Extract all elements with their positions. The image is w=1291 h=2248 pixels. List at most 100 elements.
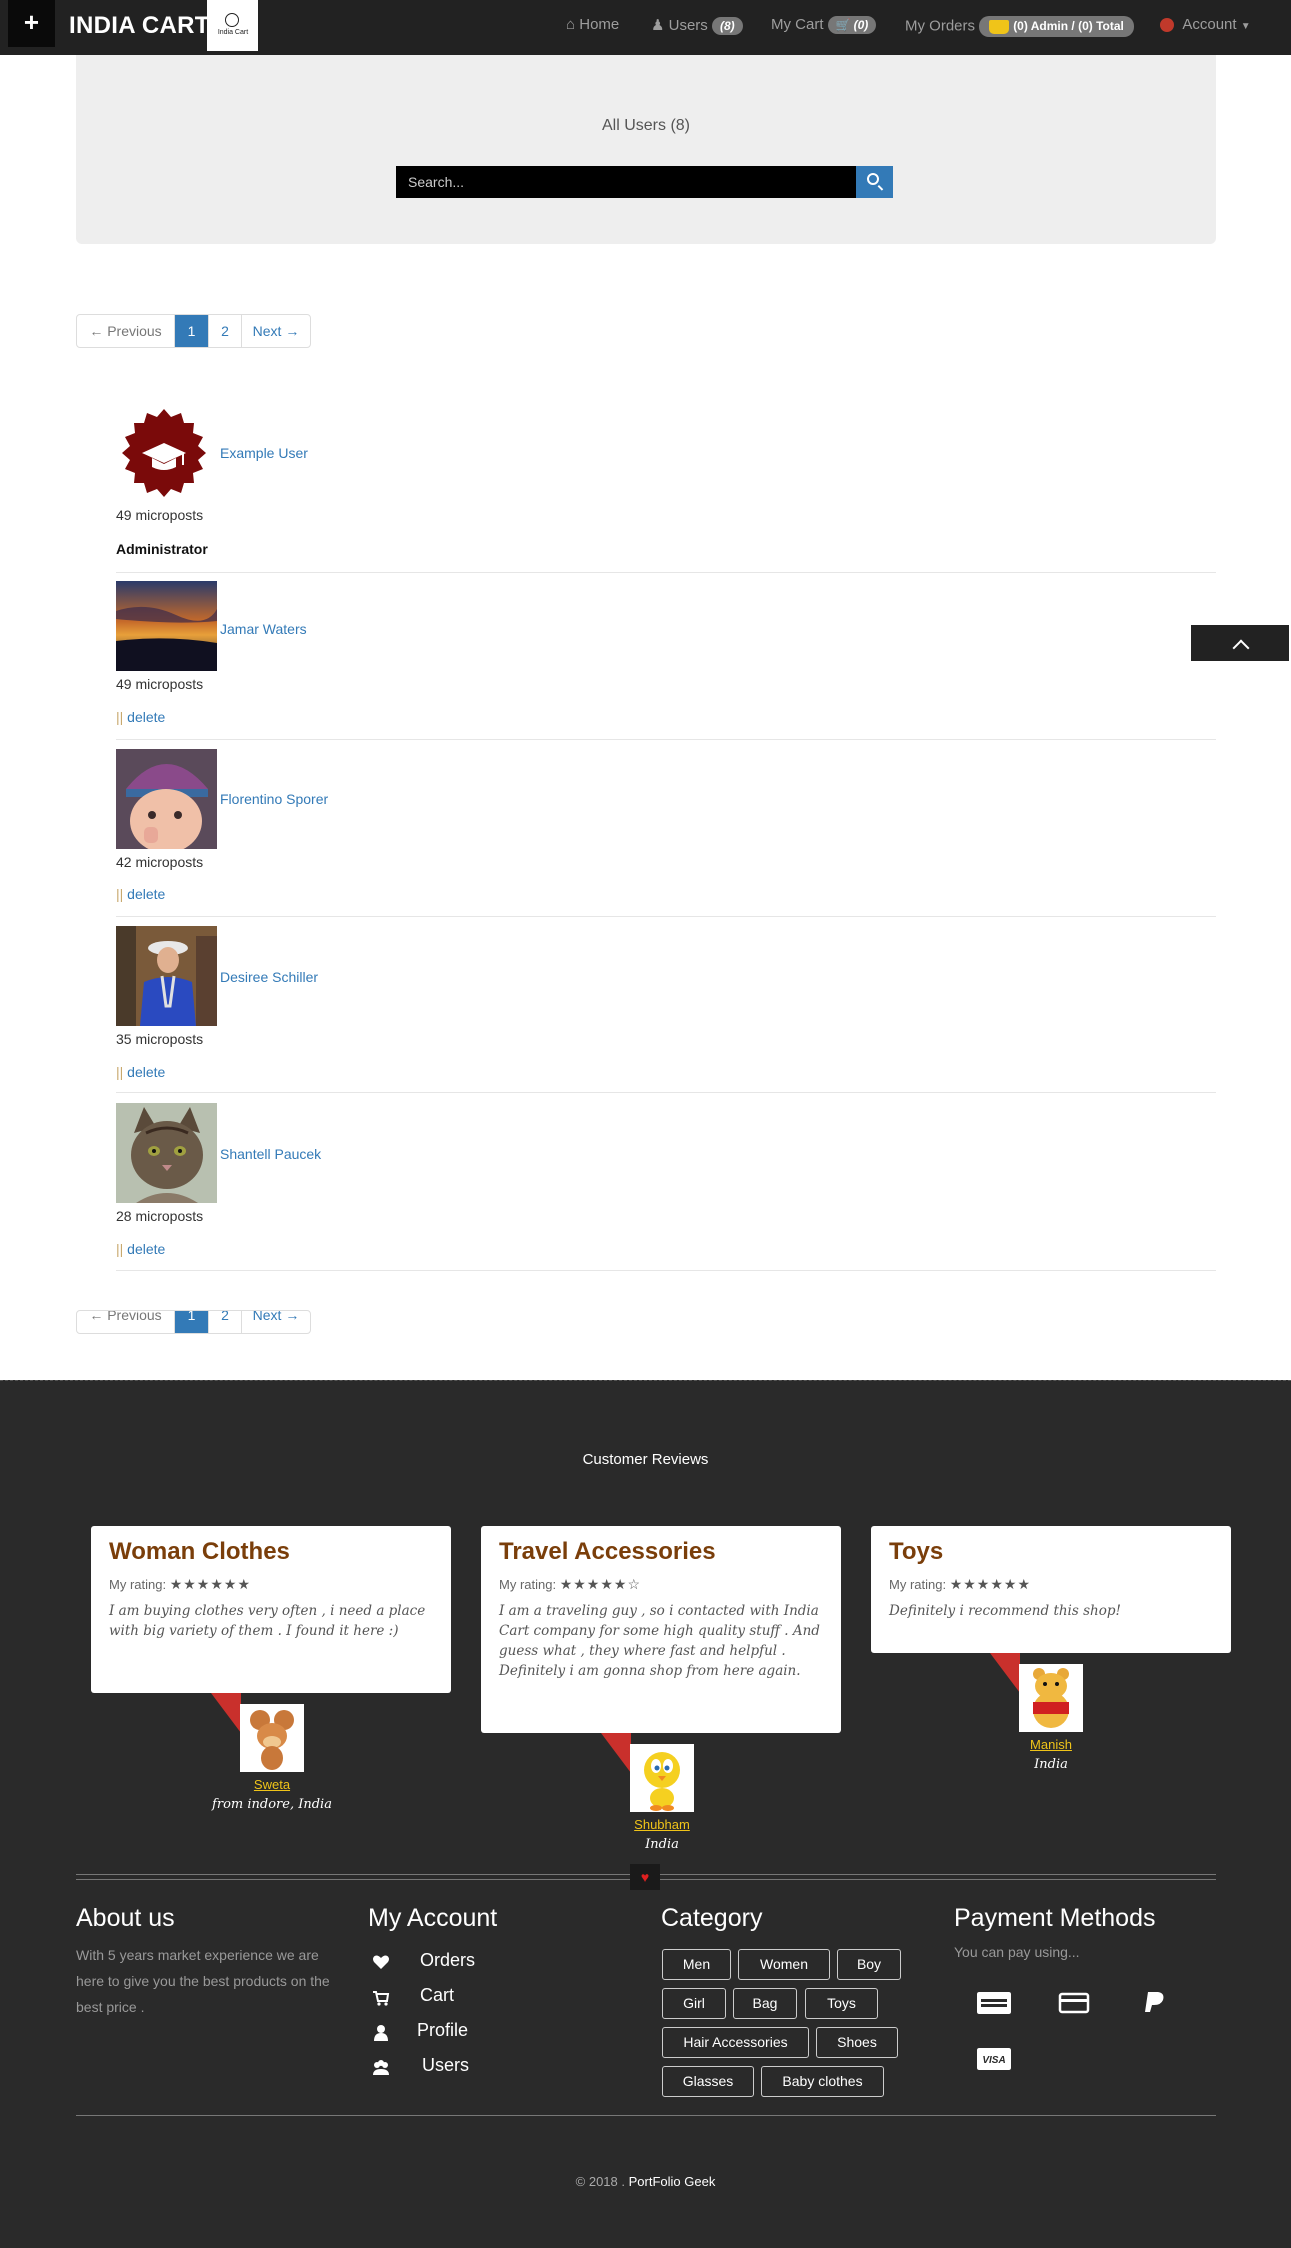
user-name-link[interactable]: Jamar Waters — [220, 621, 307, 637]
user-name-link[interactable]: Shantell Paucek — [220, 1146, 321, 1162]
account-avatar-icon — [1160, 18, 1174, 33]
scroll-to-top-button[interactable] — [1191, 625, 1289, 661]
reviewer-name-link[interactable]: Manish — [951, 1737, 1151, 1752]
pagination-page-2[interactable]: 2 — [208, 315, 241, 347]
category-heading: Category — [661, 1904, 763, 1932]
user-role: Administrator — [116, 541, 208, 557]
cart-count-badge: 🛒 (0) — [827, 16, 877, 35]
review-rating: My rating: ★★★★★☆ — [499, 1576, 823, 1593]
user-avatar[interactable] — [116, 1103, 217, 1203]
nav-account[interactable]: Account ▼ — [1160, 16, 1251, 33]
visa-icon: VISA — [977, 2048, 1011, 2070]
action-separator: || — [116, 709, 124, 725]
user-avatar[interactable] — [116, 926, 217, 1026]
chevron-up-icon — [1232, 639, 1250, 657]
delete-user-link[interactable]: || delete — [116, 1064, 165, 1080]
delete-label: delete — [127, 1241, 166, 1257]
users-count-badge: (8) — [711, 17, 743, 36]
category-tag-baby-clothes[interactable]: Baby clothes — [761, 2066, 884, 2097]
category-tag-boy[interactable]: Boy — [837, 1949, 901, 1980]
pagination-page-1[interactable]: 1 — [174, 1311, 208, 1333]
home-icon: ⌂ — [566, 16, 576, 33]
delete-label: delete — [127, 709, 166, 725]
user-name-link[interactable]: Example User — [220, 445, 308, 461]
orders-summary: (0) Admin / (0) Total — [1013, 19, 1124, 33]
pagination-previous[interactable]: ← Previous — [77, 315, 174, 347]
pagination-top: ← Previous 1 2 Next → — [76, 314, 311, 348]
footer-link-cart[interactable]: Cart — [420, 1985, 454, 2006]
logo-ring-icon — [225, 13, 239, 27]
user-name-link[interactable]: Desiree Schiller — [220, 969, 318, 985]
category-tag-bag[interactable]: Bag — [733, 1988, 797, 2019]
pagination-bottom: ← Previous 1 2 Next → — [76, 1310, 311, 1334]
nav-cart-label: My Cart — [771, 16, 824, 33]
reviewer-name-link[interactable]: Shubham — [562, 1817, 762, 1832]
category-tag-toys[interactable]: Toys — [805, 1988, 878, 2019]
review-title: Woman Clothes — [109, 1538, 290, 1565]
site-footer: Customer Reviews Woman Clothes My rating… — [0, 1380, 1291, 2248]
category-tag-girl[interactable]: Girl — [662, 1988, 726, 2019]
credit-card-icon — [1058, 1992, 1090, 2014]
page-title: All Users (8) — [601, 117, 690, 134]
delete-user-link[interactable]: || delete — [116, 709, 165, 725]
nav-home-label: Home — [579, 16, 620, 33]
category-tag-men[interactable]: Men — [662, 1949, 731, 1980]
review-text: I am buying clothes very often , i need … — [109, 1603, 426, 1639]
reviewer-name-link[interactable]: Sweta — [172, 1777, 372, 1792]
plus-icon[interactable]: + — [8, 0, 55, 47]
search-input[interactable] — [396, 166, 856, 198]
user-name-link[interactable]: Florentino Sporer — [220, 791, 328, 807]
footer-link-users[interactable]: Users — [422, 2055, 469, 2076]
brand-title[interactable]: INDIA CART — [69, 12, 210, 40]
reviewer-avatar — [1019, 1664, 1083, 1732]
review-tail — [211, 1693, 241, 1733]
pagination-next[interactable]: Next → — [241, 1311, 310, 1333]
pagination-previous[interactable]: ← Previous — [77, 1311, 174, 1333]
user-row: Shantell Paucek 28 microposts || delete — [116, 1103, 1216, 1271]
rating-label: My rating: — [499, 1577, 557, 1592]
user-microposts: 49 microposts — [116, 676, 204, 692]
category-tag-women[interactable]: Women — [738, 1949, 830, 1980]
action-separator: || — [116, 1241, 124, 1257]
delete-label: delete — [127, 1064, 166, 1080]
reviewer-avatar — [630, 1744, 694, 1812]
about-heading: About us — [76, 1904, 175, 1932]
pagination-page-2[interactable]: 2 — [208, 1311, 241, 1333]
brand-logo[interactable]: India Cart — [207, 0, 258, 51]
category-tag-hair-accessories[interactable]: Hair Accessories — [662, 2027, 809, 2058]
delete-label: delete — [127, 886, 166, 902]
delete-user-link[interactable]: || delete — [116, 886, 165, 902]
review-rating: My rating: ★★★★★★ — [889, 1576, 1213, 1593]
user-microposts: 42 microposts — [116, 854, 204, 870]
user-microposts: 28 microposts — [116, 1208, 204, 1224]
rating-label: My rating: — [889, 1577, 947, 1592]
review-text: Definitely i recommend this shop! — [889, 1603, 1121, 1619]
nav-users[interactable]: ♟ Users (8) — [651, 16, 743, 36]
search-button[interactable] — [856, 166, 893, 198]
star-rating-icon: ★★★★★★ — [949, 1576, 1032, 1592]
category-tag-shoes[interactable]: Shoes — [816, 2027, 898, 2058]
nav-users-label: Users — [668, 17, 708, 34]
cart-count: (0) — [853, 18, 869, 33]
category-tag-glasses[interactable]: Glasses — [662, 2066, 754, 2097]
pagination-next[interactable]: Next → — [241, 315, 310, 347]
review-card: Toys My rating: ★★★★★★ Definitely i reco… — [871, 1526, 1231, 1653]
nav-home[interactable]: ⌂ Home — [566, 16, 619, 33]
payment-text: You can pay using... — [954, 1944, 1080, 1960]
reviewer-avatar — [240, 1704, 304, 1772]
copyright-prefix: © 2018 . — [575, 2174, 625, 2189]
copyright-owner-link[interactable]: PortFolio Geek — [629, 2174, 716, 2189]
delete-user-link[interactable]: || delete — [116, 1241, 165, 1257]
user-avatar[interactable] — [116, 581, 217, 671]
footer-link-profile[interactable]: Profile — [417, 2020, 468, 2041]
nav-my-cart[interactable]: My Cart 🛒 (0) — [771, 16, 877, 35]
nav-orders-label: My Orders — [905, 17, 976, 35]
user-avatar[interactable] — [116, 749, 217, 849]
review-rating: My rating: ★★★★★★ — [109, 1576, 433, 1593]
pagination-page-1[interactable]: 1 — [174, 315, 208, 347]
footer-link-orders[interactable]: Orders — [420, 1950, 475, 1971]
user-row: Example User 49 microposts Administrator — [116, 405, 1216, 573]
nav-my-orders[interactable]: My Orders (0) Admin / (0) Total — [905, 16, 1134, 37]
nav-account-label: Account — [1182, 16, 1237, 33]
graduation-cap-badge-icon[interactable] — [120, 409, 208, 497]
